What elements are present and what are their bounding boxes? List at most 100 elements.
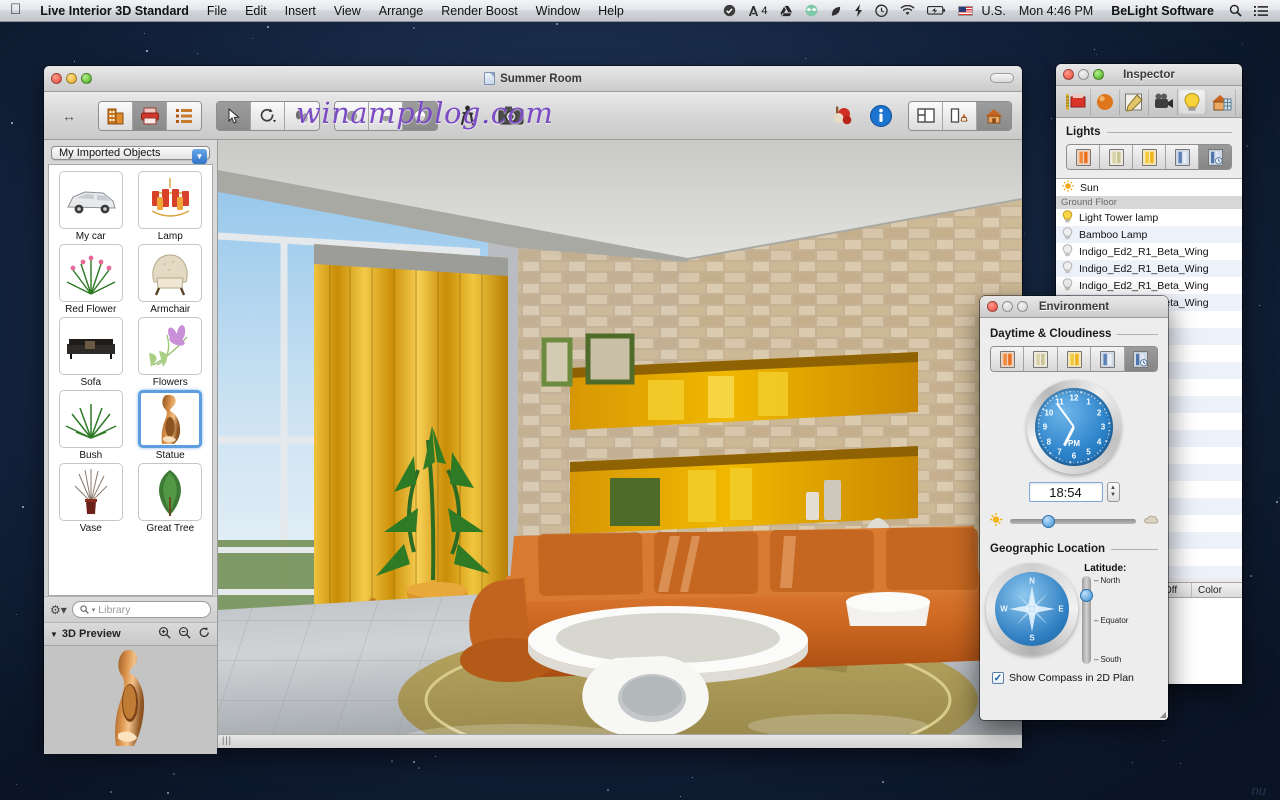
time-stepper[interactable]: ▲ ▼ (1107, 482, 1120, 502)
list-detail-icon[interactable] (167, 102, 201, 130)
inspector-light-preset-5[interactable] (1199, 145, 1231, 169)
library-object-armchair[interactable]: Armchair (133, 244, 209, 315)
preview-header[interactable]: ▼ 3D Preview (44, 622, 217, 646)
clock-face[interactable]: PM 12 1 2 3 4 5 6 7 8 9 10 11 (1035, 388, 1113, 466)
latitude-slider-track[interactable] (1082, 576, 1091, 664)
show-compass-checkbox[interactable]: ✓ (992, 672, 1004, 684)
resize-handle[interactable]: ◢ (1160, 710, 1166, 719)
environment-daytime-preset-2[interactable] (1024, 347, 1057, 371)
inspector-light-preset-3[interactable] (1133, 145, 1166, 169)
material-tab-icon[interactable] (1091, 89, 1120, 115)
light-list-item[interactable]: Light Tower lamp (1056, 209, 1242, 226)
rotate-icon[interactable] (251, 102, 285, 130)
main-titlebar[interactable]: Summer Room (44, 66, 1022, 92)
light-tab-icon[interactable] (1178, 89, 1207, 115)
bulb-off-icon[interactable] (1062, 244, 1073, 260)
chevron-down-icon[interactable]: ▼ (192, 149, 207, 164)
environment-minimize-button[interactable] (1002, 301, 1013, 312)
environment-daytime-preset-5[interactable] (1125, 347, 1157, 371)
bulb-off-icon[interactable] (1062, 227, 1073, 243)
flash-icon[interactable] (848, 4, 869, 17)
environment-zoom-button[interactable] (1017, 301, 1028, 312)
library-object-sofa[interactable]: Sofa (53, 317, 129, 388)
menu-render-boost[interactable]: Render Boost (432, 0, 526, 22)
light-list-item[interactable]: Indigo_Ed2_R1_Beta_Wing (1056, 277, 1242, 294)
inspector-light-presets[interactable] (1066, 144, 1232, 170)
clock-icon[interactable] (869, 4, 894, 17)
environment-daytime-preset-4[interactable] (1091, 347, 1124, 371)
adobe-icon[interactable]: 4 (742, 0, 773, 22)
environment-titlebar[interactable]: Environment (980, 296, 1168, 318)
daytime-presets[interactable] (990, 346, 1158, 372)
dropbox-icon[interactable] (799, 4, 824, 17)
menu-window[interactable]: Window (527, 0, 589, 22)
list-icon[interactable] (1248, 5, 1274, 17)
google-drive-icon[interactable] (774, 5, 799, 17)
environment-window-controls[interactable] (980, 301, 1028, 312)
building-icon[interactable] (99, 102, 133, 130)
library-category-popup[interactable]: My Imported Objects ▼ (51, 146, 210, 160)
menu-file[interactable]: File (198, 0, 236, 22)
apple-menu-icon[interactable]:  (8, 0, 31, 21)
2d-plan-icon[interactable] (909, 102, 943, 130)
time-input[interactable]: 18:54 (1029, 482, 1103, 502)
object-tab-icon[interactable] (1062, 89, 1091, 115)
bulb-off-icon[interactable] (1062, 278, 1073, 294)
wifi-icon[interactable] (894, 5, 921, 17)
environment-close-button[interactable] (987, 301, 998, 312)
inspector-titlebar[interactable]: Inspector (1056, 64, 1242, 86)
inspector-light-preset-4[interactable] (1166, 145, 1199, 169)
arrow-select-icon[interactable] (217, 102, 251, 130)
zoom-in-icon[interactable] (158, 626, 171, 642)
cloudiness-slider-knob[interactable] (1042, 515, 1055, 528)
menu-help[interactable]: Help (589, 0, 633, 22)
input-source-label[interactable]: U.S. (979, 0, 1010, 22)
layout-mode-group[interactable] (908, 101, 1012, 131)
menubar-clock[interactable]: Mon 4:46 PM (1010, 0, 1102, 22)
show-compass-checkbox-row[interactable]: ✓ Show Compass in 2D Plan (980, 664, 1168, 684)
search-input[interactable]: ▾ Library (72, 601, 211, 618)
check-circle-icon[interactable] (717, 4, 742, 17)
library-object-flowers[interactable]: Flowers (133, 317, 209, 388)
inspector-minimize-button[interactable] (1078, 69, 1089, 80)
library-object-great tree[interactable]: Great Tree (133, 463, 209, 534)
menu-edit[interactable]: Edit (236, 0, 276, 22)
building-tab-icon[interactable] (1207, 89, 1236, 115)
inspector-tab-bar[interactable] (1056, 86, 1242, 118)
disclosure-triangle-icon[interactable]: ▼ (50, 630, 58, 639)
zoom-out-icon[interactable] (178, 626, 191, 642)
light-list-item[interactable]: Bamboo Lamp (1056, 226, 1242, 243)
library-object-lamp[interactable]: Lamp (133, 171, 209, 242)
cloudiness-slider-track[interactable] (1010, 519, 1136, 524)
3d-view-icon[interactable] (977, 102, 1011, 130)
menu-app-name[interactable]: Live Interior 3D Standard (31, 0, 198, 22)
inspector-light-preset-2[interactable] (1100, 145, 1133, 169)
compass-bezel[interactable]: N E S W (986, 563, 1078, 655)
inspector-close-button[interactable] (1063, 69, 1074, 80)
bulb-off-icon[interactable] (1062, 261, 1073, 277)
evernote-icon[interactable] (824, 5, 848, 17)
inspector-window-controls[interactable] (1056, 69, 1104, 80)
info-icon[interactable] (866, 102, 896, 130)
compass-face[interactable]: N E S W (995, 572, 1069, 646)
environment-daytime-preset-3[interactable] (1058, 347, 1091, 371)
edit-tab-icon[interactable] (1120, 89, 1149, 115)
inspector-zoom-button[interactable] (1093, 69, 1104, 80)
printer-icon[interactable] (133, 102, 167, 130)
daytime-clock-widget[interactable]: PM 12 1 2 3 4 5 6 7 8 9 10 11 (980, 380, 1168, 474)
light-list-item[interactable]: Indigo_Ed2_R1_Beta_Wing (1056, 243, 1242, 260)
3d-preview-area[interactable] (44, 646, 217, 754)
split-view-icon[interactable] (943, 102, 977, 130)
battery-icon[interactable] (921, 5, 952, 16)
bulb-on-icon[interactable] (1062, 210, 1073, 226)
view-mode-group[interactable] (98, 101, 202, 131)
search-icon[interactable] (1223, 4, 1248, 17)
inspector-light-preset-1[interactable] (1067, 145, 1100, 169)
object-grid[interactable]: My car Lamp Red Flower Armchair Sofa Flo… (48, 164, 213, 596)
light-list-item[interactable]: Sun (1056, 179, 1242, 196)
library-object-my car[interactable]: My car (53, 171, 129, 242)
latitude-slider-knob[interactable] (1080, 589, 1093, 602)
resize-arrows-icon[interactable]: ↔ (54, 102, 84, 130)
library-object-bush[interactable]: Bush (53, 390, 129, 461)
input-source-flag-icon[interactable] (952, 6, 979, 16)
